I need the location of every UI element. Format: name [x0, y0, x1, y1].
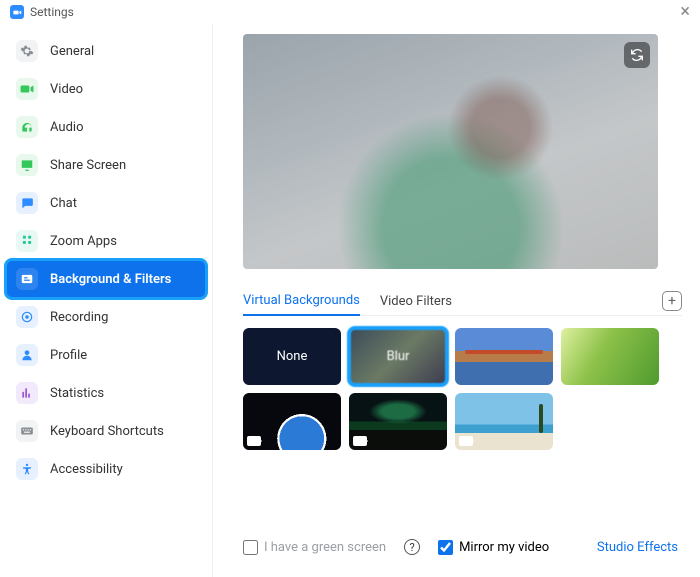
accessibility-icon — [16, 458, 38, 480]
video-preview — [243, 34, 658, 269]
sidebar-item-label: Background & Filters — [50, 272, 171, 287]
background-tile-none[interactable]: None — [243, 328, 341, 385]
background-tile-aurora[interactable] — [349, 393, 447, 450]
background-tile-beach[interactable] — [455, 393, 553, 450]
sidebar-item-keyboard-shortcuts[interactable]: Keyboard Shortcuts — [6, 412, 206, 450]
sidebar-item-general[interactable]: General — [6, 32, 206, 70]
settings-sidebar: General Video Audio Share Screen Chat Zo… — [0, 24, 213, 577]
zoom-app-icon — [10, 5, 24, 19]
sidebar-item-label: Keyboard Shortcuts — [50, 424, 164, 439]
studio-effects-link[interactable]: Studio Effects — [597, 540, 682, 555]
sidebar-item-label: Audio — [50, 120, 83, 135]
video-clip-icon — [353, 436, 367, 446]
green-screen-input[interactable] — [243, 540, 258, 555]
tile-label: Blur — [387, 349, 410, 364]
sidebar-item-accessibility[interactable]: Accessibility — [6, 450, 206, 488]
sidebar-item-recording[interactable]: Recording — [6, 298, 206, 336]
mirror-video-input[interactable] — [438, 540, 453, 555]
background-tile-blur[interactable]: Blur — [349, 328, 447, 385]
sidebar-item-video[interactable]: Video — [6, 70, 206, 108]
green-screen-label: I have a green screen — [264, 540, 386, 555]
recording-icon — [16, 306, 38, 328]
background-grid: None Blur — [243, 328, 673, 450]
sidebar-item-label: Chat — [50, 196, 77, 211]
close-icon[interactable]: × — [680, 3, 690, 21]
tab-video-filters[interactable]: Video Filters — [380, 288, 452, 315]
headphones-icon — [16, 116, 38, 138]
mirror-video-checkbox[interactable]: Mirror my video — [438, 540, 549, 555]
sidebar-item-label: Accessibility — [50, 462, 123, 477]
mirror-video-label: Mirror my video — [459, 540, 549, 555]
statistics-icon — [16, 382, 38, 404]
sidebar-item-chat[interactable]: Chat — [6, 184, 206, 222]
apps-icon — [16, 230, 38, 252]
help-icon[interactable]: ? — [404, 539, 420, 555]
tile-label: None — [277, 349, 308, 364]
sidebar-item-label: Statistics — [50, 386, 104, 401]
video-clip-icon — [459, 436, 473, 446]
sidebar-item-audio[interactable]: Audio — [6, 108, 206, 146]
rotate-camera-button[interactable] — [624, 42, 650, 68]
sidebar-item-share-screen[interactable]: Share Screen — [6, 146, 206, 184]
background-tile-bridge[interactable] — [455, 328, 553, 385]
sidebar-item-profile[interactable]: Profile — [6, 336, 206, 374]
background-icon — [16, 268, 38, 290]
sidebar-item-label: Profile — [50, 348, 87, 363]
green-screen-checkbox[interactable]: I have a green screen — [243, 540, 386, 555]
add-background-button[interactable]: + — [662, 291, 682, 311]
background-tile-earth[interactable] — [243, 393, 341, 450]
background-tile-grass[interactable] — [561, 328, 659, 385]
sidebar-item-label: Video — [50, 82, 83, 97]
share-screen-icon — [16, 154, 38, 176]
sidebar-item-background-filters[interactable]: Background & Filters — [6, 260, 206, 298]
sidebar-item-label: Recording — [50, 310, 108, 325]
video-clip-icon — [247, 436, 261, 446]
sidebar-item-label: Share Screen — [50, 158, 126, 173]
chat-icon — [16, 192, 38, 214]
profile-icon — [16, 344, 38, 366]
video-icon — [16, 78, 38, 100]
sidebar-item-statistics[interactable]: Statistics — [6, 374, 206, 412]
sidebar-item-label: Zoom Apps — [50, 234, 117, 249]
sidebar-item-zoom-apps[interactable]: Zoom Apps — [6, 222, 206, 260]
tab-virtual-backgrounds[interactable]: Virtual Backgrounds — [243, 287, 360, 316]
sidebar-item-label: General — [50, 44, 94, 59]
gear-icon — [16, 40, 38, 62]
keyboard-icon — [16, 420, 38, 442]
window-title: Settings — [30, 5, 74, 19]
